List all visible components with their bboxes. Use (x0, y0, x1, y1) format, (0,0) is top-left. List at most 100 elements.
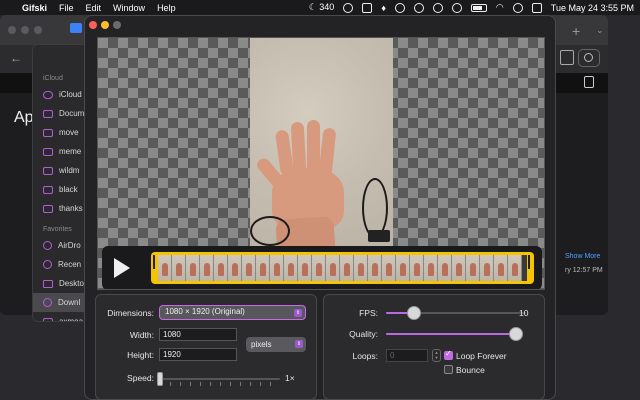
folder-icon (43, 166, 53, 175)
thumbnail (354, 255, 368, 281)
loops-stepper[interactable]: ▲ ▼ (432, 349, 441, 362)
page-heading: Ap (14, 109, 34, 126)
fps-slider[interactable] (386, 306, 526, 320)
dimensions-value: 1080 × 1920 (Original) (165, 307, 245, 316)
sidebar-item-label: Downl (58, 298, 81, 307)
minus-circle-icon[interactable] (432, 2, 443, 13)
fps-value: 10 (519, 308, 529, 318)
thumbnail (480, 255, 494, 281)
speed-slider-knob[interactable] (157, 372, 163, 386)
clock-text[interactable]: Tue May 24 3:55 PM (551, 3, 634, 13)
gifski-window: Dimensions: 1080 × 1920 (Original) ⇕ Wid… (84, 15, 556, 400)
thumbnail (186, 255, 200, 281)
sidebar-item-label: AirDro (58, 241, 81, 250)
trim-end-handle[interactable] (528, 255, 530, 269)
quality-slider-knob[interactable] (509, 327, 523, 341)
app-menu[interactable]: Gifski (16, 3, 53, 13)
tab-favicon-icon[interactable] (70, 23, 82, 33)
menu-file[interactable]: File (53, 3, 80, 13)
badge-icon[interactable] (413, 2, 424, 13)
back-arrow-icon[interactable]: ← (10, 51, 22, 65)
loops-label: Loops: (352, 351, 378, 361)
bag-icon[interactable] (584, 76, 594, 88)
folder-icon (43, 185, 53, 194)
thumbnail (340, 255, 354, 281)
menu-edit[interactable]: Edit (80, 3, 108, 13)
thumbnail (158, 255, 172, 281)
play-icon[interactable] (114, 258, 130, 278)
trim-range[interactable] (151, 252, 534, 284)
timestamp: ry 12:57 PM (565, 267, 603, 274)
speed-label: Speed: (127, 373, 154, 383)
unit-value: pixels (251, 340, 272, 349)
unit-select[interactable]: pixels ⇕ (246, 337, 306, 352)
size-settings-panel: Dimensions: 1080 × 1920 (Original) ⇕ Wid… (95, 294, 317, 399)
thumbnail (214, 255, 228, 281)
speed-slider[interactable] (157, 372, 280, 386)
battery-icon[interactable] (470, 3, 487, 12)
screen-icon[interactable] (362, 2, 373, 13)
control-center-icon[interactable] (531, 2, 542, 13)
bounce-label[interactable]: Bounce (456, 365, 485, 375)
window-minimize-button[interactable] (21, 26, 29, 34)
thumbnail (312, 255, 326, 281)
menu-bar: Gifski File Edit Window Help ☾ 340 ♦ ◠ T… (0, 0, 640, 15)
fps-slider-knob[interactable] (407, 306, 421, 320)
timer-icon[interactable] (451, 2, 462, 13)
height-label: Height: (127, 350, 154, 360)
width-label: Width: (129, 330, 154, 340)
thumbnail (368, 255, 382, 281)
flame-icon[interactable]: ♦ (381, 3, 386, 13)
dimensions-select[interactable]: 1080 × 1920 (Original) ⇕ (159, 305, 306, 320)
thumbnail (270, 255, 284, 281)
fps-label: FPS: (359, 308, 378, 318)
quality-slider-fill (386, 333, 516, 335)
vpn-icon[interactable] (343, 2, 354, 13)
window-close-button[interactable] (8, 26, 16, 34)
close-button[interactable] (89, 21, 97, 29)
airdrop-icon (43, 241, 52, 250)
clock-icon (43, 260, 52, 269)
share-icon[interactable] (560, 50, 574, 65)
minimize-button[interactable] (101, 21, 109, 29)
height-field[interactable]: 1920 (159, 348, 237, 361)
cable (362, 178, 388, 238)
menu-help[interactable]: Help (151, 3, 182, 13)
loop-forever-checkbox[interactable] (444, 349, 453, 360)
dimensions-label: Dimensions: (107, 308, 154, 318)
thumbnail (298, 255, 312, 281)
hand-finger (290, 121, 307, 175)
sidebar-item-label: thanks (59, 204, 83, 213)
chevron-updown-icon: ⇕ (295, 340, 303, 348)
video-preview (97, 37, 545, 290)
thumbnail (424, 255, 438, 281)
output-settings-panel: FPS: 10 Quality: Loops: 0 ▲▼ Loop Foreve… (323, 294, 545, 399)
zoom-button[interactable] (113, 21, 121, 29)
folder-icon (43, 204, 53, 213)
moon-icon[interactable]: ☾ 340 (309, 2, 335, 13)
spotlight-icon[interactable] (512, 2, 523, 13)
trim-start-handle[interactable] (153, 255, 155, 269)
window-zoom-button[interactable] (34, 26, 42, 34)
thumbnail (228, 255, 242, 281)
sync-icon[interactable] (394, 2, 405, 13)
sidebar-item-label: iCloud (59, 90, 82, 99)
quality-slider[interactable] (386, 327, 523, 341)
new-tab-icon[interactable]: + (572, 23, 580, 39)
wifi-icon[interactable]: ◠ (496, 2, 504, 13)
timeline-bar (102, 246, 542, 289)
search-icon[interactable] (578, 49, 600, 67)
width-field[interactable]: 1080 (159, 328, 237, 341)
loop-forever-label[interactable]: Loop Forever (456, 351, 507, 361)
menu-window[interactable]: Window (107, 3, 151, 13)
sidebar-item-label: Docum (59, 109, 85, 118)
document-icon (43, 109, 53, 118)
bounce-checkbox[interactable] (444, 365, 453, 374)
thumbnail (382, 255, 396, 281)
cloud-icon (43, 90, 53, 99)
show-more-link[interactable]: Show More (565, 253, 600, 260)
thumbnail (172, 255, 186, 281)
tab-overview-icon[interactable]: ⌄ (596, 25, 604, 36)
loops-field[interactable]: 0 (386, 349, 428, 362)
cable (250, 216, 290, 246)
